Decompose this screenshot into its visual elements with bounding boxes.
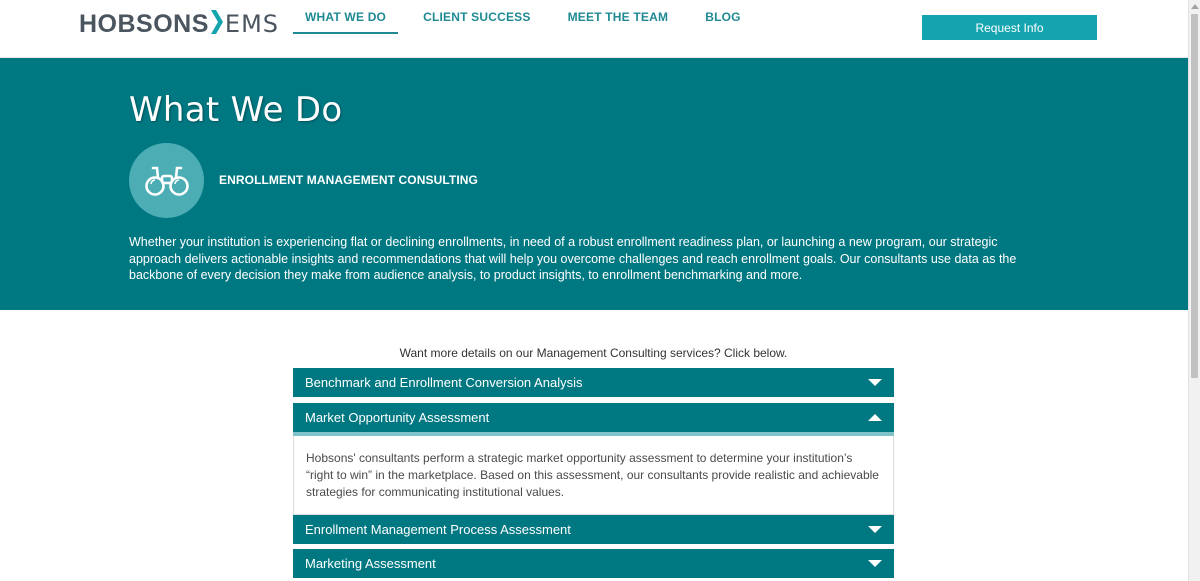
- chevron-down-icon: [868, 526, 882, 533]
- binoculars-icon: [129, 143, 204, 218]
- accordion-header-marketing[interactable]: Marketing Assessment: [293, 549, 894, 578]
- main-nav: WHAT WE DO CLIENT SUCCESS MEET THE TEAM …: [293, 0, 753, 57]
- chevron-down-icon: [868, 560, 882, 567]
- scroll-up-arrow-icon[interactable]: [1191, 4, 1199, 9]
- accordion-item-benchmark: Benchmark and Enrollment Conversion Anal…: [293, 368, 894, 397]
- accordion-header-market-opportunity[interactable]: Market Opportunity Assessment: [293, 403, 894, 436]
- scroll-thumb[interactable]: [1191, 14, 1198, 378]
- chevron-down-icon: [868, 379, 882, 386]
- request-info-button[interactable]: Request Info: [922, 15, 1097, 40]
- accordion-title: Enrollment Management Process Assessment: [305, 522, 571, 537]
- nav-item-meet-the-team[interactable]: MEET THE TEAM: [556, 0, 681, 34]
- chevron-up-icon: [868, 414, 882, 421]
- accordion-title: Marketing Assessment: [305, 556, 436, 571]
- site-header: HOBSONS EMS WHAT WE DO CLIENT SUCCESS ME…: [0, 0, 1188, 58]
- page-title: What We Do: [129, 90, 343, 130]
- hero-section: What We Do ENROLLMENT MANAGEMENT CONSULT…: [0, 58, 1188, 310]
- page-scrollbar[interactable]: [1188, 0, 1200, 581]
- accordion-panel-market-opportunity: Hobsons' consultants perform a strategic…: [293, 436, 894, 515]
- service-description: Whether your institution is experiencing…: [129, 235, 1017, 282]
- logo-chevron-icon: [210, 9, 223, 39]
- nav-item-blog[interactable]: BLOG: [693, 0, 752, 34]
- accordion-item-marketing: Marketing Assessment: [293, 549, 894, 578]
- logo-wordmark-sub: EMS: [224, 10, 280, 38]
- accordion-header-benchmark[interactable]: Benchmark and Enrollment Conversion Anal…: [293, 368, 894, 397]
- accordion-header-enrollment-process[interactable]: Enrollment Management Process Assessment: [293, 515, 894, 544]
- accordion-item-enrollment-process: Enrollment Management Process Assessment: [293, 515, 894, 544]
- logo-wordmark-main: HOBSONS: [79, 9, 209, 38]
- services-intro: Want more details on our Management Cons…: [399, 346, 788, 360]
- nav-item-what-we-do[interactable]: WHAT WE DO: [293, 0, 399, 34]
- accordion-item-market-opportunity: Market Opportunity Assessment Hobsons' c…: [293, 403, 894, 515]
- hobsons-ems-logo[interactable]: HOBSONS EMS: [79, 9, 279, 39]
- accordion-title: Benchmark and Enrollment Conversion Anal…: [305, 375, 583, 390]
- accordion-title: Market Opportunity Assessment: [305, 410, 490, 425]
- nav-item-client-success[interactable]: CLIENT SUCCESS: [411, 0, 542, 34]
- service-title: ENROLLMENT MANAGEMENT CONSULTING: [219, 173, 478, 187]
